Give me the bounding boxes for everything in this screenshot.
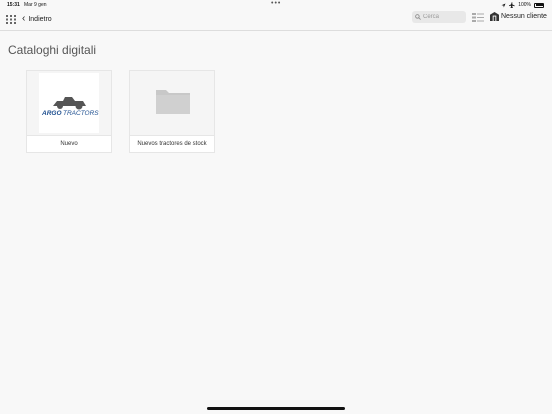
- catalog-card-nuevo[interactable]: ARGO TRACTORS Nuevo: [26, 70, 112, 153]
- search-field[interactable]: [412, 11, 466, 23]
- status-time: 15:31: [7, 2, 20, 8]
- shop-icon: [490, 12, 499, 21]
- battery-percent: 100%: [518, 2, 531, 8]
- folder-icon: [156, 90, 190, 114]
- location-icon: [501, 3, 506, 7]
- catalog-thumbnail: [130, 71, 214, 136]
- customer-label: Nessun cliente: [501, 13, 547, 20]
- status-right: 100%: [501, 2, 544, 8]
- svg-text:ARGO: ARGO: [41, 110, 62, 117]
- back-label: Indietro: [28, 15, 52, 23]
- chevron-left-icon: ‹: [22, 13, 26, 24]
- battery-icon: [534, 2, 544, 8]
- back-button[interactable]: ‹ Indietro: [22, 13, 52, 25]
- status-date: Mar 9 gen: [24, 2, 47, 8]
- catalog-label: Nuevos tractores de stock: [137, 141, 207, 147]
- list-view-icon[interactable]: [472, 13, 484, 22]
- multitasking-dots[interactable]: •••: [271, 0, 281, 7]
- search-input[interactable]: [421, 14, 463, 20]
- customer-selector[interactable]: Nessun cliente: [490, 12, 547, 21]
- catalog-label: Nuevo: [60, 141, 78, 147]
- home-indicator[interactable]: [207, 407, 345, 410]
- argo-tractors-logo: ARGO TRACTORS: [39, 73, 99, 133]
- catalog-card-stock[interactable]: Nuevos tractores de stock: [129, 70, 215, 153]
- catalog-thumbnail: ARGO TRACTORS: [27, 71, 111, 136]
- airplane-icon: [509, 2, 515, 8]
- apps-grid-icon[interactable]: [6, 14, 16, 24]
- svg-text:TRACTORS: TRACTORS: [63, 110, 99, 117]
- status-bar: 15:31 Mar 9 gen ••• 100%: [0, 0, 552, 10]
- page-title: Cataloghi digitali: [8, 43, 97, 57]
- toolbar: ‹ Indietro Nessun cliente: [0, 10, 552, 31]
